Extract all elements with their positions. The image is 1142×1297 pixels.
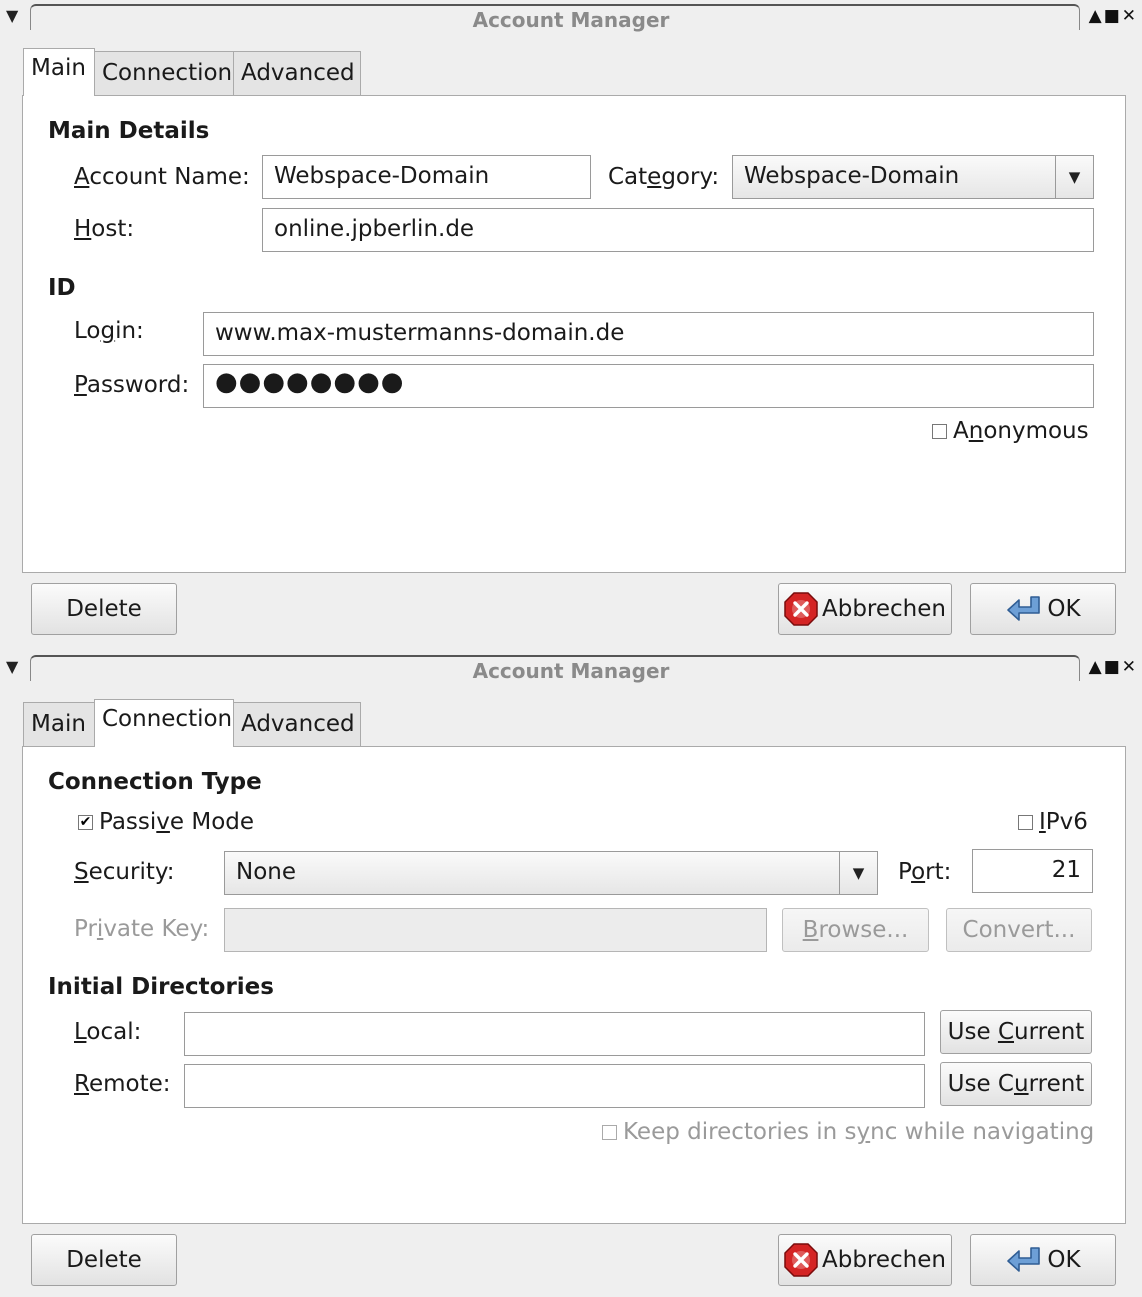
local-dir-field[interactable]: [184, 1012, 925, 1056]
restore-icon[interactable]: ■: [1104, 657, 1122, 677]
dropdown-arrow-icon[interactable]: ▼: [1055, 156, 1093, 198]
return-arrow-icon: [1005, 1245, 1043, 1275]
tab-main[interactable]: Main: [23, 702, 95, 748]
browse-button: Browse...: [782, 908, 929, 952]
cancel-button[interactable]: Abbrechen: [778, 1234, 952, 1286]
title-bar: ▼ Account Manager ▲■✕: [0, 651, 1142, 685]
title-bar: ▼ Account Manager ▲■✕: [0, 0, 1142, 34]
section-connection-type: Connection Type: [48, 769, 262, 795]
port-label: Port:: [898, 859, 952, 885]
login-field[interactable]: www.max-mustermanns-domain.de: [203, 312, 1094, 356]
section-initial-directories: Initial Directories: [48, 974, 274, 1000]
ipv6-checkbox[interactable]: IPv6: [1018, 809, 1088, 835]
tab-connection[interactable]: Connection: [94, 699, 234, 747]
window-title: Account Manager: [472, 659, 670, 683]
host-label: Host:: [74, 216, 135, 242]
tab-advanced[interactable]: Advanced: [233, 702, 361, 748]
cancel-label: Abbrechen: [822, 596, 946, 622]
section-main-details: Main Details: [48, 118, 210, 144]
checkbox-box: [602, 1124, 617, 1140]
close-icon[interactable]: ✕: [1122, 657, 1138, 677]
section-id: ID: [48, 275, 76, 301]
window-title: Account Manager: [472, 8, 670, 32]
login-label: Login:: [74, 318, 144, 344]
private-key-label: Private Key:: [74, 916, 210, 942]
window-controls: ▲■✕: [1089, 6, 1138, 26]
checkbox-box[interactable]: [1018, 814, 1033, 830]
window-controls: ▲■✕: [1089, 657, 1138, 677]
tab-main[interactable]: Main: [23, 48, 95, 96]
category-label: Category:: [608, 164, 720, 190]
maximize-icon[interactable]: ▲: [1089, 657, 1104, 677]
account-name-label: Account Name:: [74, 164, 250, 190]
cancel-icon: [784, 1243, 818, 1277]
remote-dir-field[interactable]: [184, 1064, 925, 1108]
checkbox-box[interactable]: ✔: [78, 814, 93, 830]
checkbox-box[interactable]: [932, 423, 947, 439]
security-value: None: [236, 859, 297, 885]
tab-connection[interactable]: Connection: [94, 51, 234, 97]
cancel-icon: [784, 592, 818, 626]
account-manager-window-main: ▼ Account Manager ▲■✕ Main Connection Ad…: [0, 0, 1142, 650]
local-label: Local:: [74, 1019, 142, 1045]
keep-sync-checkbox: Keep directories in sync while navigatin…: [602, 1119, 1094, 1145]
remote-label: Remote:: [74, 1071, 171, 1097]
ok-label: OK: [1047, 1247, 1081, 1273]
passive-mode-checkbox[interactable]: ✔ Passive Mode: [78, 809, 254, 835]
delete-button[interactable]: Delete: [31, 583, 177, 635]
convert-button: Convert...: [946, 908, 1092, 952]
host-field[interactable]: online.jpberlin.de: [262, 208, 1094, 252]
category-select[interactable]: Webspace-Domain ▼: [732, 155, 1094, 199]
cancel-button[interactable]: Abbrechen: [778, 583, 952, 635]
anonymous-checkbox[interactable]: Anonymous: [932, 418, 1089, 444]
ok-button[interactable]: OK: [970, 583, 1116, 635]
dropdown-arrow-icon[interactable]: ▼: [839, 852, 877, 894]
close-icon[interactable]: ✕: [1122, 6, 1138, 26]
private-key-field: [224, 908, 767, 952]
restore-icon[interactable]: ■: [1104, 6, 1122, 26]
cancel-label: Abbrechen: [822, 1247, 946, 1273]
account-name-field[interactable]: Webspace-Domain: [262, 155, 591, 199]
maximize-icon[interactable]: ▲: [1089, 6, 1104, 26]
tab-advanced[interactable]: Advanced: [233, 51, 361, 97]
account-manager-window-connection: ▼ Account Manager ▲■✕ Main Connection Ad…: [0, 651, 1142, 1297]
use-current-remote-button[interactable]: Use Current: [940, 1062, 1092, 1106]
port-field[interactable]: 21: [972, 849, 1093, 893]
security-select[interactable]: None ▼: [224, 851, 878, 895]
security-label: Security:: [74, 859, 175, 885]
category-value: Webspace-Domain: [744, 163, 960, 189]
ok-button[interactable]: OK: [970, 1234, 1116, 1286]
ok-label: OK: [1047, 596, 1081, 622]
delete-button[interactable]: Delete: [31, 1234, 177, 1286]
password-label: Password:: [74, 372, 190, 398]
return-arrow-icon: [1005, 594, 1043, 624]
password-field[interactable]: ●●●●●●●●: [203, 364, 1094, 408]
use-current-local-button[interactable]: Use Current: [940, 1010, 1092, 1054]
